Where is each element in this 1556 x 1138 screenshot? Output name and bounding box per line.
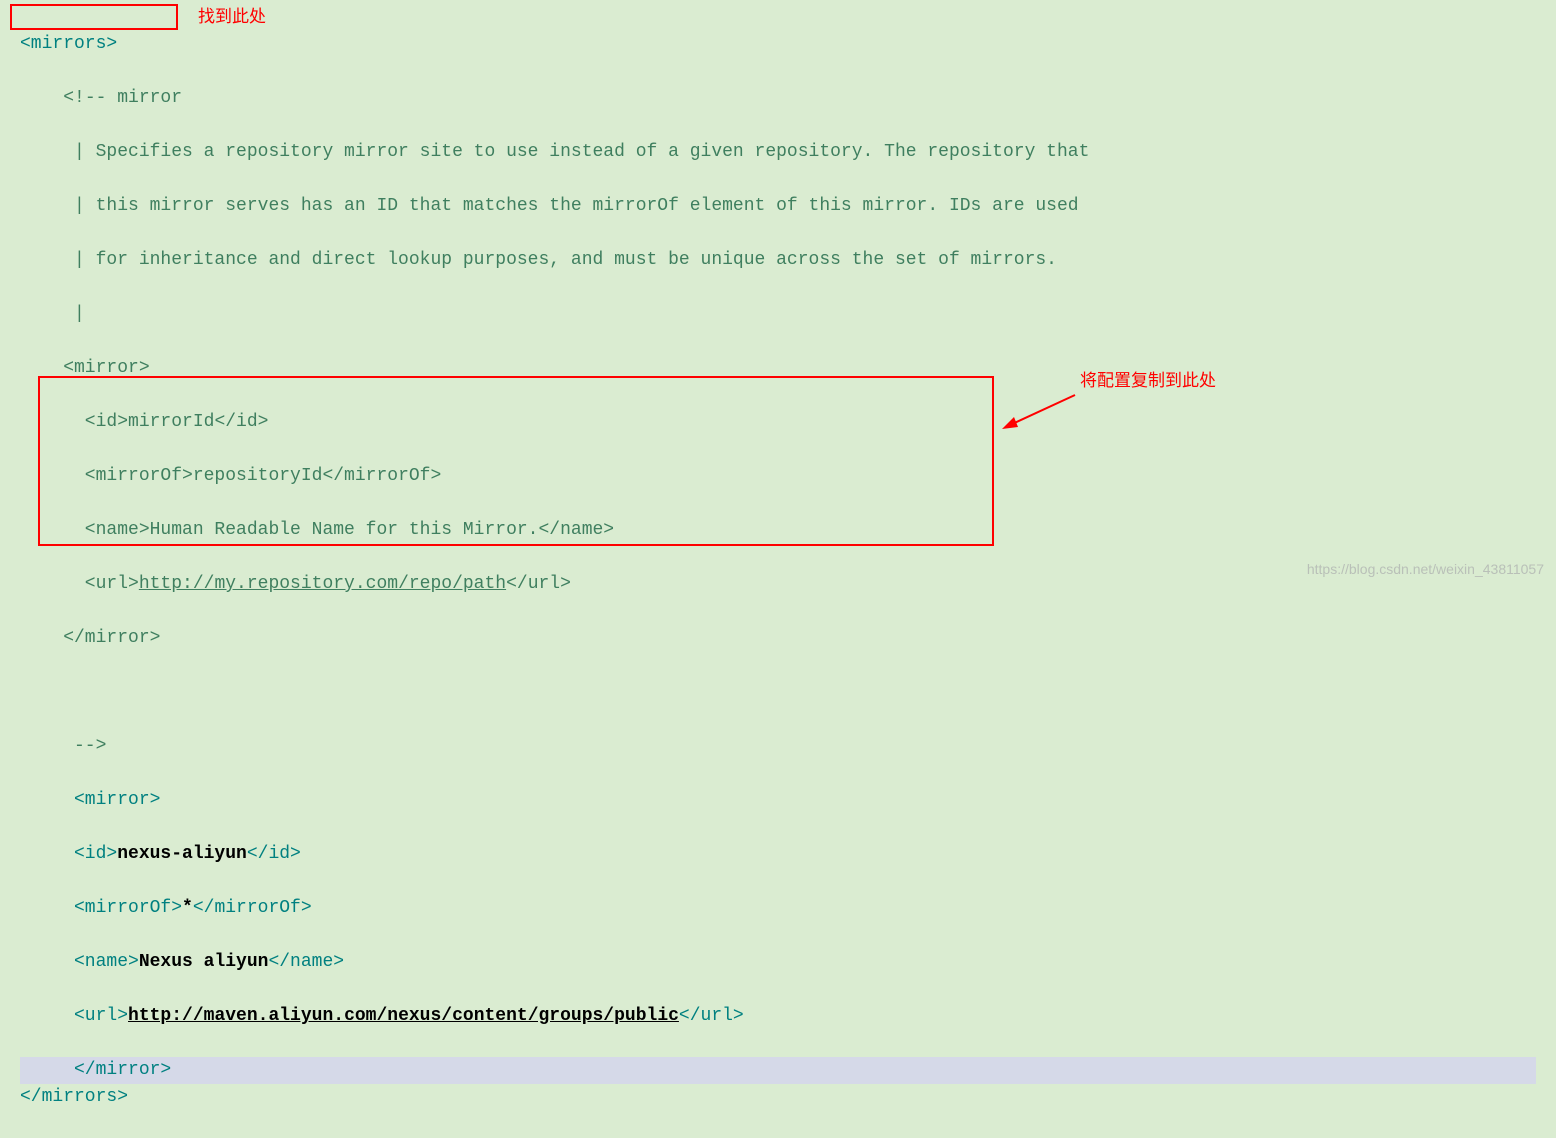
comment-l6: | <box>20 304 85 324</box>
name-value: Nexus aliyun <box>139 952 269 972</box>
c-nm-val: Human Readable Name for this Mirror. <box>150 520 539 540</box>
comment-start: <!-- mirror <box>63 88 182 108</box>
mirrors-open-tag: <mirrors> <box>20 34 117 54</box>
c-mo-val: repositoryId <box>193 466 323 486</box>
c-url-o: <url> <box>20 574 139 594</box>
c-id-o: <id> <box>20 412 128 432</box>
id-value: nexus-aliyun <box>117 844 247 864</box>
mirror-open: <mirror> <box>20 790 160 810</box>
mirrorof-value: * <box>182 898 193 918</box>
mirror-close: </mirror> <box>20 1060 171 1080</box>
comment-l4: | this mirror serves has an ID that matc… <box>20 196 1079 216</box>
url-value: http://maven.aliyun.com/nexus/content/gr… <box>128 1006 679 1026</box>
id-close: </id> <box>247 844 301 864</box>
c-id-c: </id> <box>214 412 268 432</box>
c-url-c: </url> <box>506 574 571 594</box>
mirrorof-open: <mirrorOf> <box>20 898 182 918</box>
url-close: </url> <box>679 1006 744 1026</box>
c-url-val: http://my.repository.com/repo/path <box>139 574 506 594</box>
comment-blank <box>20 682 74 702</box>
comment-mirror-open: <mirror> <box>20 358 150 378</box>
c-nm-o: <name> <box>20 520 150 540</box>
mirrorof-close: </mirrorOf> <box>193 898 312 918</box>
c-id-val: mirrorId <box>128 412 214 432</box>
c-mo-o: <mirrorOf> <box>20 466 193 486</box>
url-open: <url> <box>20 1006 128 1026</box>
name-open: <name> <box>20 952 139 972</box>
annotation-find-here: 找到此处 <box>198 4 266 30</box>
annotation-copy-here: 将配置复制到此处 <box>1080 368 1216 394</box>
name-close: </name> <box>268 952 344 972</box>
comment-mirror-close: </mirror> <box>20 628 160 648</box>
c-mo-c: </mirrorOf> <box>322 466 441 486</box>
comment-l3: | Specifies a repository mirror site to … <box>20 142 1089 162</box>
watermark-text: https://blog.csdn.net/weixin_43811057 <box>1307 559 1544 580</box>
mirrors-close-tag: </mirrors> <box>20 1087 128 1107</box>
c-nm-c: </name> <box>539 520 615 540</box>
comment-l5: | for inheritance and direct lookup purp… <box>20 250 1057 270</box>
id-open: <id> <box>20 844 117 864</box>
comment-end: --> <box>20 736 106 756</box>
